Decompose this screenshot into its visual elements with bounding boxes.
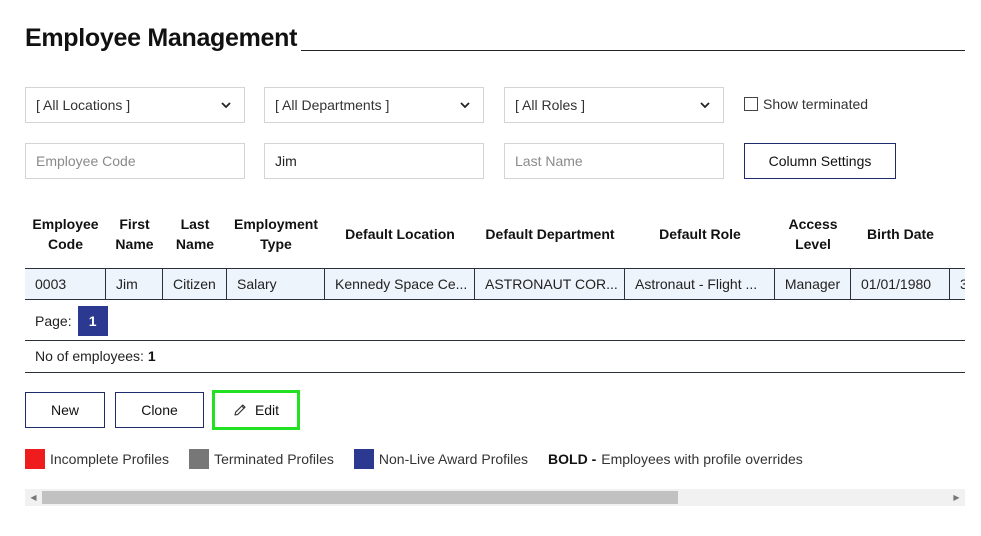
- legend-terminated-label: Terminated Profiles: [214, 450, 334, 467]
- legend-non-live: Non-Live Award Profiles: [353, 448, 529, 469]
- column-header-text: Type: [260, 236, 292, 252]
- legend-terminated: Terminated Profiles: [189, 448, 334, 469]
- column-header-text: Name: [175, 236, 215, 252]
- column-header-text: Last: [180, 216, 210, 232]
- legend-terminated-swatch: [189, 448, 210, 469]
- edit-button-label: Edit: [254, 402, 280, 418]
- employee-count: No of employees: 1: [25, 341, 965, 373]
- legend-non-live-label: Non-Live Award Profiles: [378, 450, 529, 467]
- column-header[interactable]: Default Location: [325, 205, 475, 263]
- column-header-text: Employee: [32, 216, 99, 232]
- employee-code-input[interactable]: Employee Code: [25, 143, 245, 179]
- column-header[interactable]: Birth Date: [851, 205, 950, 263]
- column-header-text: First: [119, 216, 150, 232]
- column-header-text: Employment: [233, 216, 318, 232]
- department-select-value: [ All Departments ]: [275, 97, 390, 113]
- table-cell: ASTRONAUT COR...: [475, 269, 625, 299]
- column-header-text: Default Location: [345, 226, 455, 242]
- arrow-right-icon[interactable]: ▶: [948, 489, 965, 506]
- legend-bold: BOLD - Employees with profile overrides: [548, 451, 803, 467]
- chevron-down-icon: [221, 102, 231, 109]
- pagination: Page: 1: [25, 301, 965, 341]
- legend-incomplete-swatch: [25, 448, 45, 469]
- column-header-text: Birth Date: [867, 226, 934, 242]
- column-header[interactable]: Employment Type: [227, 205, 325, 263]
- legend-bold-key: BOLD -: [548, 450, 597, 467]
- column-header[interactable]: [950, 205, 965, 263]
- column-header-text: Code: [47, 236, 83, 252]
- new-button[interactable]: New: [25, 392, 105, 428]
- arrow-left-icon[interactable]: ◀: [25, 489, 42, 506]
- column-header[interactable]: Access Level: [775, 205, 851, 263]
- column-header[interactable]: Default Role: [625, 205, 775, 263]
- column-header[interactable]: First Name: [106, 205, 163, 263]
- clone-button[interactable]: Clone: [115, 392, 204, 428]
- column-header-text: Default Role: [659, 226, 741, 242]
- page-label: Page:: [35, 312, 72, 329]
- table-cell: Citizen: [163, 269, 227, 299]
- last-name-input[interactable]: Last Name: [504, 143, 724, 179]
- column-header-text: Name: [115, 236, 154, 252]
- table-cell: Jim: [106, 269, 163, 299]
- table-cell: Astronaut - Flight ...: [625, 269, 775, 299]
- employee-table: Employee Code First Name Last Name Employment T…: [25, 205, 965, 301]
- table-cell: Salary: [227, 269, 325, 299]
- column-settings-button[interactable]: Column Settings: [744, 143, 896, 179]
- legend-bold-desc: Employees with profile overrides: [601, 450, 803, 467]
- role-select-value: [ All Roles ]: [515, 97, 586, 113]
- column-header[interactable]: Employee Code: [25, 205, 106, 263]
- table-row[interactable]: 0003 Jim Citizen Salary Kennedy Space Ce... A…: [25, 268, 965, 300]
- chevron-down-icon: [460, 102, 470, 109]
- column-header[interactable]: Last Name: [163, 205, 227, 263]
- edit-button[interactable]: Edit: [212, 390, 300, 430]
- location-select-value: [ All Locations ]: [36, 97, 131, 113]
- table-cell: 3: [950, 269, 965, 299]
- chevron-down-icon: [700, 102, 710, 109]
- title-underline: [301, 50, 965, 51]
- first-name-input[interactable]: Jim: [264, 143, 484, 179]
- table-header: Employee Code First Name Last Name Employment T…: [25, 205, 965, 263]
- legend: Incomplete Profiles Terminated Profiles …: [25, 448, 823, 469]
- table-cell: Manager: [775, 269, 851, 299]
- column-header-text: Default Department: [485, 226, 615, 242]
- scrollbar-thumb[interactable]: [42, 491, 678, 504]
- show-terminated-checkbox[interactable]: [744, 97, 758, 111]
- role-select[interactable]: [ All Roles ]: [504, 87, 724, 123]
- page-button-current[interactable]: 1: [77, 305, 108, 336]
- location-select[interactable]: [ All Locations ]: [25, 87, 245, 123]
- page-title: Employee Management: [25, 24, 298, 52]
- column-header-text: Access: [788, 216, 838, 232]
- table-cell: Kennedy Space Ce...: [325, 269, 475, 299]
- column-header[interactable]: Default Department: [475, 205, 625, 263]
- show-terminated-toggle[interactable]: Show terminated: [744, 96, 868, 112]
- show-terminated-label: Show terminated: [763, 96, 869, 112]
- horizontal-scrollbar[interactable]: ◀ ▶: [25, 489, 965, 506]
- legend-non-live-swatch: [353, 448, 374, 469]
- pencil-icon: [234, 404, 246, 416]
- department-select[interactable]: [ All Departments ]: [264, 87, 484, 123]
- legend-incomplete-label: Incomplete Profiles: [50, 450, 170, 467]
- employee-count-label: No of employees:: [35, 348, 144, 364]
- column-header-text: Level: [795, 236, 831, 252]
- table-cell: 01/01/1980: [851, 269, 950, 299]
- table-cell: 0003: [25, 269, 106, 299]
- employee-count-value: 1: [147, 348, 156, 364]
- legend-incomplete: Incomplete Profiles: [25, 448, 170, 469]
